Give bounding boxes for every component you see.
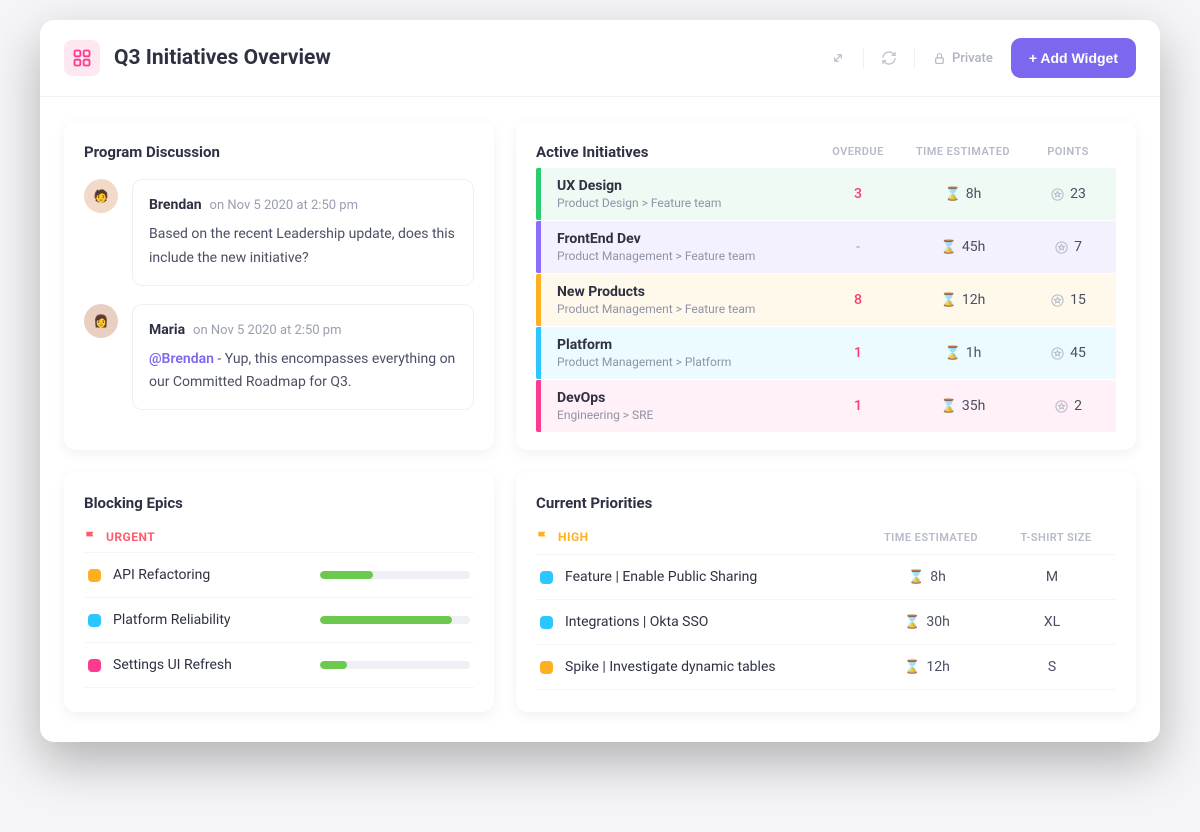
priority-row[interactable]: Feature | Enable Public Sharing ⌛8h M — [536, 554, 1116, 599]
blocking-epics-card: Blocking Epics URGENT API Refactoring Pl… — [64, 472, 494, 712]
overdue-value: 1 — [818, 345, 898, 361]
size-value: S — [992, 659, 1112, 675]
lock-icon — [933, 52, 946, 65]
col-points: POINTS — [1028, 145, 1108, 158]
privacy-label: Private — [952, 51, 993, 66]
time-value: ⌛1h — [898, 345, 1028, 361]
epic-color-swatch — [88, 614, 101, 627]
header-bar: Q3 Initiatives Overview Private + Add Wi… — [40, 20, 1160, 97]
comment-item: 👩 Maria on Nov 5 2020 at 2:50 pm @Brenda… — [84, 304, 474, 411]
time-value: ⌛12h — [862, 659, 992, 675]
flag-icon — [84, 530, 98, 544]
progress-bar — [320, 571, 470, 579]
col-time: TIME ESTIMATED — [866, 531, 996, 544]
time-value: ⌛45h — [898, 239, 1028, 255]
time-value: ⌛8h — [898, 186, 1028, 202]
blocking-title: Blocking Epics — [84, 494, 474, 512]
priority-row[interactable]: Spike | Investigate dynamic tables ⌛12h … — [536, 644, 1116, 690]
initiative-name: UX Design — [557, 178, 818, 194]
epic-name: API Refactoring — [113, 567, 308, 583]
expand-icon[interactable] — [821, 41, 855, 75]
app-grid-icon — [64, 40, 100, 76]
initiative-row[interactable]: Platform Product Management > Platform 1… — [536, 327, 1116, 379]
initiative-name: Platform — [557, 337, 818, 353]
add-widget-button[interactable]: + Add Widget — [1011, 38, 1136, 78]
flag-label: HIGH — [558, 530, 589, 544]
initiative-path: Product Management > Feature team — [557, 249, 818, 263]
initiative-path: Product Management > Platform — [557, 355, 818, 369]
epic-color-swatch — [88, 659, 101, 672]
refresh-icon[interactable] — [872, 41, 906, 75]
points-value: 15 — [1028, 292, 1108, 308]
initiative-row[interactable]: DevOps Engineering > SRE 1 ⌛35h 2 — [536, 380, 1116, 432]
points-value: 23 — [1028, 186, 1108, 202]
size-value: XL — [992, 614, 1112, 630]
epic-name: Platform Reliability — [113, 612, 308, 628]
comment-author: Brendan — [149, 197, 202, 213]
current-priorities-card: Current Priorities HIGH TIME ESTIMATED T… — [516, 472, 1136, 712]
initiative-row[interactable]: UX Design Product Design > Feature team … — [536, 168, 1116, 220]
initiative-name: DevOps — [557, 390, 818, 406]
comment-item: 🧑 Brendan on Nov 5 2020 at 2:50 pm Based… — [84, 179, 474, 286]
avatar: 👩 — [84, 304, 118, 338]
avatar: 🧑 — [84, 179, 118, 213]
active-initiatives-card: Active Initiatives OVERDUE TIME ESTIMATE… — [516, 121, 1136, 450]
time-value: ⌛12h — [898, 292, 1028, 308]
points-value: 45 — [1028, 345, 1108, 361]
epic-name: Settings UI Refresh — [113, 657, 308, 673]
priority-name: Spike | Investigate dynamic tables — [565, 659, 776, 675]
progress-bar — [320, 616, 470, 624]
initiative-path: Engineering > SRE — [557, 408, 818, 422]
col-size: T-SHIRT SIZE — [996, 531, 1116, 544]
epic-row[interactable]: Settings UI Refresh — [84, 642, 474, 688]
epic-color-swatch — [88, 569, 101, 582]
time-value: ⌛8h — [862, 569, 992, 585]
dashboard-window: Q3 Initiatives Overview Private + Add Wi… — [40, 20, 1160, 742]
priority-color-swatch — [540, 571, 553, 584]
time-value: ⌛30h — [862, 614, 992, 630]
comment-text: @Brendan - Yup, this encompasses everyth… — [149, 348, 457, 396]
initiative-path: Product Design > Feature team — [557, 196, 818, 210]
program-discussion-card: Program Discussion 🧑 Brendan on Nov 5 20… — [64, 121, 494, 450]
discussion-title: Program Discussion — [84, 143, 474, 161]
overdue-value: - — [818, 239, 898, 255]
overdue-value: 3 — [818, 186, 898, 202]
privacy-indicator[interactable]: Private — [923, 51, 1003, 66]
page-title: Q3 Initiatives Overview — [114, 46, 331, 70]
overdue-value: 1 — [818, 398, 898, 414]
comment-text: Based on the recent Leadership update, d… — [149, 223, 457, 271]
initiative-path: Product Management > Feature team — [557, 302, 818, 316]
mention[interactable]: @Brendan — [149, 351, 214, 367]
col-overdue: OVERDUE — [818, 145, 898, 158]
flag-icon — [536, 530, 550, 544]
size-value: M — [992, 569, 1112, 585]
progress-bar — [320, 661, 470, 669]
initiative-row[interactable]: New Products Product Management > Featur… — [536, 274, 1116, 326]
time-value: ⌛35h — [898, 398, 1028, 414]
priority-color-swatch — [540, 661, 553, 674]
comment-author: Maria — [149, 322, 185, 338]
initiative-name: New Products — [557, 284, 818, 300]
col-time: TIME ESTIMATED — [898, 145, 1028, 158]
priority-row[interactable]: Integrations | Okta SSO ⌛30h XL — [536, 599, 1116, 644]
flag-label: URGENT — [106, 530, 155, 544]
initiative-name: FrontEnd Dev — [557, 231, 818, 247]
epic-row[interactable]: API Refactoring — [84, 552, 474, 597]
priority-name: Integrations | Okta SSO — [565, 614, 708, 630]
epic-row[interactable]: Platform Reliability — [84, 597, 474, 642]
initiatives-table-head: OVERDUE TIME ESTIMATED POINTS — [536, 145, 1116, 168]
priorities-title: Current Priorities — [536, 494, 1116, 512]
overdue-value: 8 — [818, 292, 898, 308]
points-value: 7 — [1028, 239, 1108, 255]
initiative-row[interactable]: FrontEnd Dev Product Management > Featur… — [536, 221, 1116, 273]
priority-name: Feature | Enable Public Sharing — [565, 569, 757, 585]
comment-timestamp: on Nov 5 2020 at 2:50 pm — [210, 198, 358, 213]
priority-color-swatch — [540, 616, 553, 629]
points-value: 2 — [1028, 398, 1108, 414]
comment-timestamp: on Nov 5 2020 at 2:50 pm — [193, 323, 341, 338]
